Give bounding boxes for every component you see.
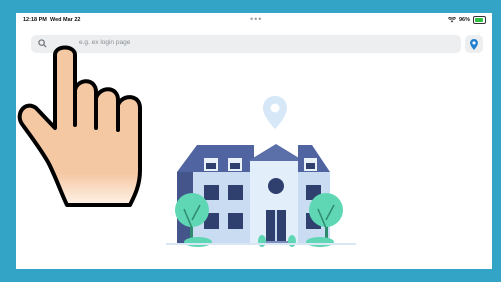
tutorial-frame: 12:18 PM Wed Mar 22 ••• 96% e.g. ex logi… bbox=[0, 0, 501, 282]
map-pin-icon bbox=[263, 96, 287, 129]
building-illustration bbox=[166, 96, 356, 247]
tablet-screen: 12:18 PM Wed Mar 22 ••• 96% e.g. ex logi… bbox=[16, 13, 492, 269]
